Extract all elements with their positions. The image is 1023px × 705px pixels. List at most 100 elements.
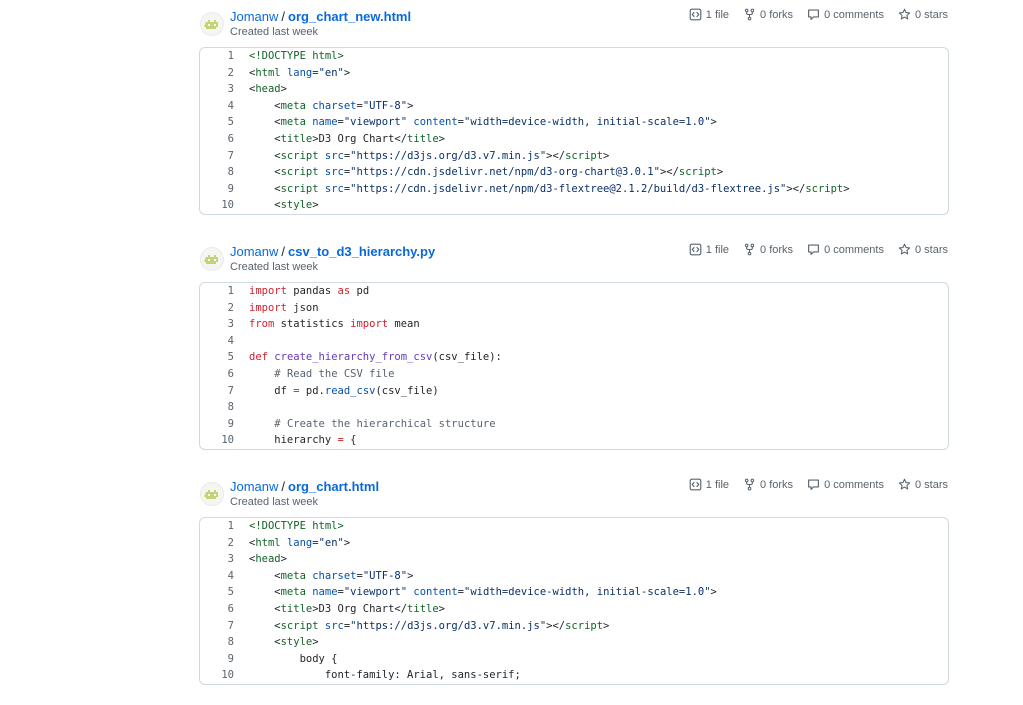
gist-filename-link[interactable]: org_chart.html: [288, 479, 379, 494]
files-link[interactable]: 1 file: [689, 8, 729, 21]
line-number: 2: [227, 536, 234, 549]
stars-link[interactable]: 0 stars: [898, 243, 948, 256]
line-number: 7: [227, 619, 234, 632]
line-number: 9: [227, 417, 234, 430]
code-file-icon: [689, 478, 706, 491]
code-token: >: [343, 66, 351, 79]
forks-link[interactable]: 0 forks: [743, 243, 793, 256]
code-token: <: [249, 619, 281, 632]
code-token: >: [312, 636, 319, 649]
code-token: >: [710, 116, 717, 129]
line-number: 4: [227, 569, 234, 582]
code-token: >: [716, 166, 724, 179]
code-token: script: [678, 166, 717, 179]
code-line: 6 # Read the CSV file: [200, 366, 948, 382]
code-token: >D3 Org Chart</: [312, 603, 408, 615]
created-date: Created last week: [230, 26, 319, 38]
code-token: >: [843, 182, 850, 195]
avatar[interactable]: [200, 12, 224, 36]
code-token: >: [438, 133, 445, 145]
line-code: <script src="https://cdn.jsdelivr.net/np…: [249, 164, 723, 180]
line-code: <head>: [249, 81, 287, 97]
code-token: >: [710, 586, 717, 599]
code-token: <: [249, 99, 281, 112]
code-token: "width=device-width, initial-scale=1.0": [464, 586, 711, 599]
avatar[interactable]: [200, 482, 224, 506]
gist-stats: 1 file 0 forks 0 comments 0 stars: [675, 478, 948, 491]
code-line: 2 <html lang="en">: [200, 65, 948, 81]
owner-link[interactable]: Jomanw: [230, 244, 278, 259]
line-number: 8: [227, 166, 234, 179]
code-token: <: [249, 603, 281, 615]
comments-count: 0 comments: [824, 243, 884, 256]
code-token: src: [324, 166, 344, 179]
code-token: font-family: Arial, sans-serif;: [249, 669, 521, 682]
owner-link[interactable]: Jomanw: [230, 9, 278, 24]
code-token: body {: [249, 652, 338, 665]
created-date: Created last week: [230, 261, 319, 273]
title-separator: /: [281, 479, 286, 494]
forks-link[interactable]: 0 forks: [743, 478, 793, 491]
files-link[interactable]: 1 file: [689, 243, 729, 256]
code-token: head: [255, 83, 281, 96]
gist-filename-link[interactable]: org_chart_new.html: [288, 9, 411, 24]
forks-link[interactable]: 0 forks: [743, 8, 793, 21]
code-token: read_csv: [324, 384, 376, 397]
stars-link[interactable]: 0 stars: [898, 478, 948, 491]
code-token: head: [255, 553, 281, 566]
code-token: df: [249, 384, 294, 397]
star-icon: [898, 243, 915, 256]
comments-link[interactable]: 0 comments: [807, 478, 884, 491]
files-count: 1 file: [705, 243, 730, 256]
line-number: 10: [221, 434, 234, 447]
code-token: ></: [786, 182, 806, 195]
code-token: src: [324, 182, 344, 195]
gist-filename-link[interactable]: csv_to_d3_hierarchy.py: [288, 244, 435, 259]
code-token: script: [565, 619, 604, 632]
line-number: 8: [227, 401, 234, 414]
owner-link[interactable]: Jomanw: [230, 479, 278, 494]
comments-link[interactable]: 0 comments: [807, 243, 884, 256]
code-token: <: [249, 569, 281, 582]
avatar[interactable]: [200, 247, 224, 271]
code-token: script: [280, 619, 319, 632]
code-token: "width=device-width, initial-scale=1.0": [464, 116, 711, 129]
stars-link[interactable]: 0 stars: [898, 8, 948, 21]
gist-item: Jomanw / org_chart_new.html Created last we…: [0, 0, 1023, 235]
line-code: <head>: [249, 551, 287, 567]
code-token: meta: [280, 586, 306, 599]
code-preview[interactable]: 1 <!DOCTYPE html> 2 <html lang="en"> 3 <head>…: [199, 47, 949, 215]
comments-link[interactable]: 0 comments: [807, 8, 884, 21]
code-token: script: [280, 166, 319, 179]
code-preview[interactable]: 1 import pandas as pd 2 import json 3 from st…: [199, 282, 949, 450]
line-number: 9: [227, 652, 234, 665]
code-token: import: [249, 285, 287, 297]
line-code: <script src="https://d3js.org/d3.v7.min.…: [249, 618, 609, 634]
code-line: 5 <meta name="viewport" content="width=d…: [200, 114, 948, 130]
code-preview[interactable]: 1 <!DOCTYPE html> 2 <html lang="en"> 3 <head>…: [199, 517, 949, 685]
code-token: pd: [350, 285, 370, 297]
code-token: >: [280, 553, 287, 566]
gist-item: Jomanw / org_chart.html Created last week 1 …: [0, 470, 1023, 705]
line-code: # Create the hierarchical structure: [249, 416, 495, 432]
code-line: 7 <script src="https://d3js.org/d3.v7.mi…: [200, 148, 948, 164]
star-icon: [898, 478, 915, 491]
line-code: # Read the CSV file: [249, 366, 394, 382]
code-token: # Read the CSV file: [274, 368, 395, 380]
line-number: 5: [227, 351, 234, 364]
code-token: html: [255, 536, 281, 549]
line-code: <style>: [249, 197, 318, 213]
line-code: <meta charset="UTF-8">: [249, 98, 413, 114]
line-number: 5: [227, 116, 234, 129]
code-token: <!DOCTYPE html>: [249, 50, 344, 62]
code-token: style: [280, 636, 313, 649]
code-line: 8 <style>: [200, 634, 948, 650]
code-token: "viewport": [343, 586, 408, 599]
line-number: 2: [227, 301, 234, 314]
files-link[interactable]: 1 file: [689, 478, 729, 491]
line-code: import pandas as pd: [249, 283, 369, 299]
code-token: charset: [312, 569, 357, 582]
comments-count: 0 comments: [824, 8, 884, 21]
fork-icon: [743, 243, 760, 256]
